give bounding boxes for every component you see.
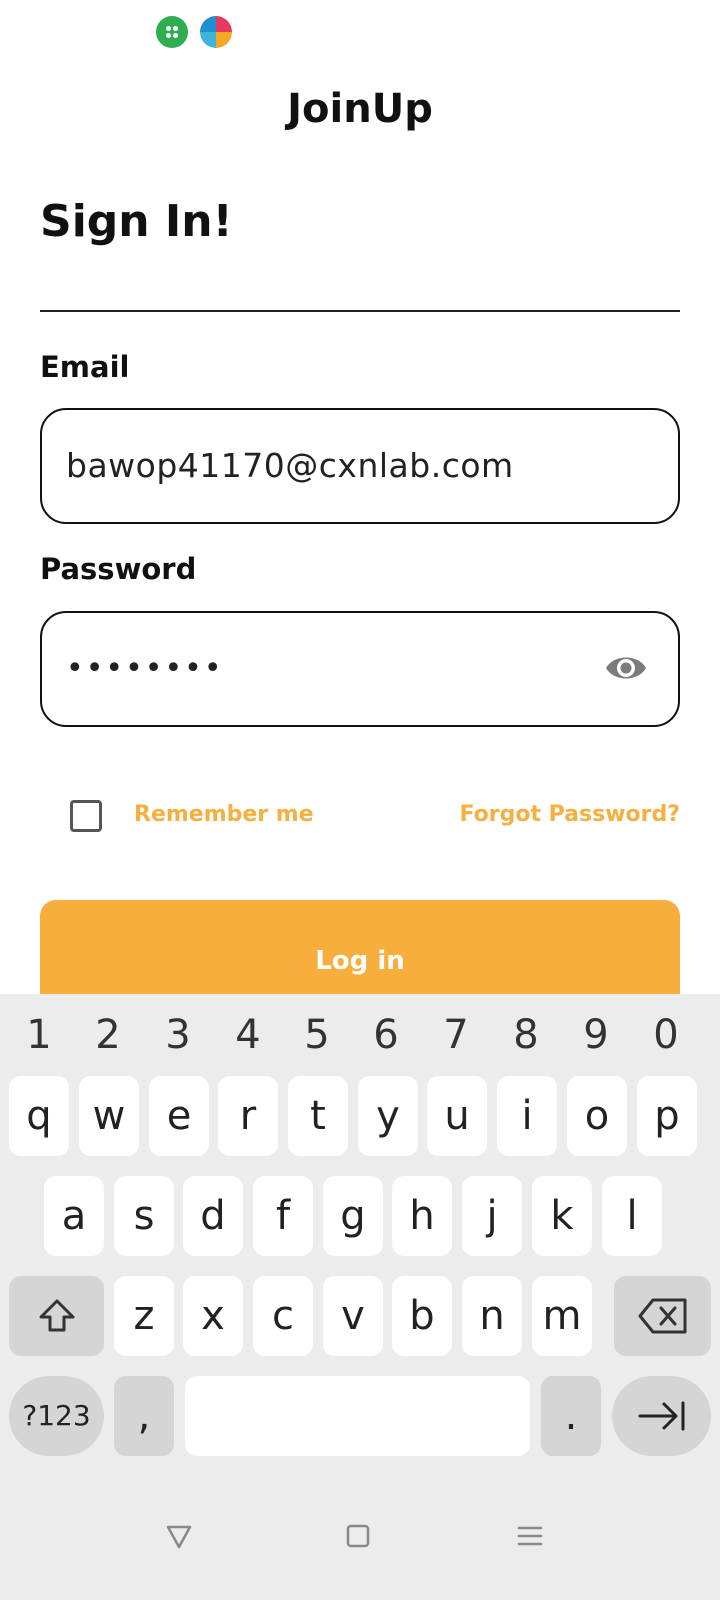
key-3[interactable]: 3 [148, 1012, 208, 1058]
key-s[interactable]: s [114, 1176, 174, 1256]
key-b[interactable]: b [392, 1276, 452, 1356]
notification-app-icon-2 [200, 16, 232, 48]
email-label: Email [40, 350, 130, 384]
remember-me-checkbox[interactable] [70, 800, 102, 832]
key-g[interactable]: g [323, 1176, 383, 1256]
key-d[interactable]: d [183, 1176, 243, 1256]
email-value: bawop41170@cxnlab.com [66, 446, 514, 485]
key-m[interactable]: m [532, 1276, 592, 1356]
app-title: JoinUp [287, 86, 433, 132]
backspace-key[interactable] [614, 1276, 711, 1356]
navigation-bar [0, 1506, 720, 1600]
key-4[interactable]: 4 [218, 1012, 278, 1058]
next-key[interactable] [612, 1376, 711, 1456]
key-6[interactable]: 6 [356, 1012, 416, 1058]
key-n[interactable]: n [462, 1276, 522, 1356]
key-v[interactable]: v [323, 1276, 383, 1356]
password-value: •••••••• [66, 651, 224, 686]
key-l[interactable]: l [602, 1176, 662, 1256]
key-h[interactable]: h [392, 1176, 452, 1256]
forgot-password-link[interactable]: Forgot Password? [459, 802, 680, 827]
key-r[interactable]: r [218, 1076, 278, 1156]
space-key[interactable] [185, 1376, 530, 1456]
next-arrow-icon [638, 1401, 684, 1431]
key-5[interactable]: 5 [287, 1012, 347, 1058]
key-k[interactable]: k [532, 1176, 592, 1256]
shift-icon [39, 1299, 74, 1332]
key-w[interactable]: w [79, 1076, 139, 1156]
period-key[interactable]: . [541, 1376, 601, 1456]
key-8[interactable]: 8 [496, 1012, 556, 1058]
key-2[interactable]: 2 [78, 1012, 138, 1058]
divider [40, 310, 680, 312]
eye-icon[interactable] [604, 651, 648, 685]
notification-app-icon [156, 16, 188, 48]
remember-me-label[interactable]: Remember me [134, 802, 314, 827]
password-label: Password [40, 552, 197, 586]
key-9[interactable]: 9 [566, 1012, 626, 1058]
key-i[interactable]: i [497, 1076, 557, 1156]
key-z[interactable]: z [114, 1276, 174, 1356]
password-field[interactable]: •••••••• [40, 611, 680, 727]
home-square-icon[interactable] [344, 1522, 372, 1550]
key-e[interactable]: e [149, 1076, 209, 1156]
key-1[interactable]: 1 [9, 1012, 69, 1058]
shift-key[interactable] [9, 1276, 104, 1356]
key-a[interactable]: a [44, 1176, 104, 1256]
key-c[interactable]: c [253, 1276, 313, 1356]
backspace-icon [638, 1298, 686, 1334]
key-u[interactable]: u [427, 1076, 487, 1156]
key-0[interactable]: 0 [636, 1012, 696, 1058]
number-row: 1 2 3 4 5 6 7 8 9 0 [0, 1012, 720, 1068]
key-y[interactable]: y [358, 1076, 418, 1156]
key-t[interactable]: t [288, 1076, 348, 1156]
comma-key[interactable]: , [114, 1376, 174, 1456]
symbols-key[interactable]: ?123 [9, 1376, 104, 1456]
menu-lines-icon[interactable] [516, 1522, 544, 1550]
key-j[interactable]: j [462, 1176, 522, 1256]
email-field[interactable]: bawop41170@cxnlab.com [40, 408, 680, 524]
key-x[interactable]: x [183, 1276, 243, 1356]
back-triangle-icon[interactable] [164, 1522, 194, 1552]
key-f[interactable]: f [253, 1176, 313, 1256]
key-7[interactable]: 7 [426, 1012, 486, 1058]
key-p[interactable]: p [637, 1076, 697, 1156]
page-title: Sign In! [40, 196, 233, 247]
key-o[interactable]: o [567, 1076, 627, 1156]
key-q[interactable]: q [9, 1076, 69, 1156]
